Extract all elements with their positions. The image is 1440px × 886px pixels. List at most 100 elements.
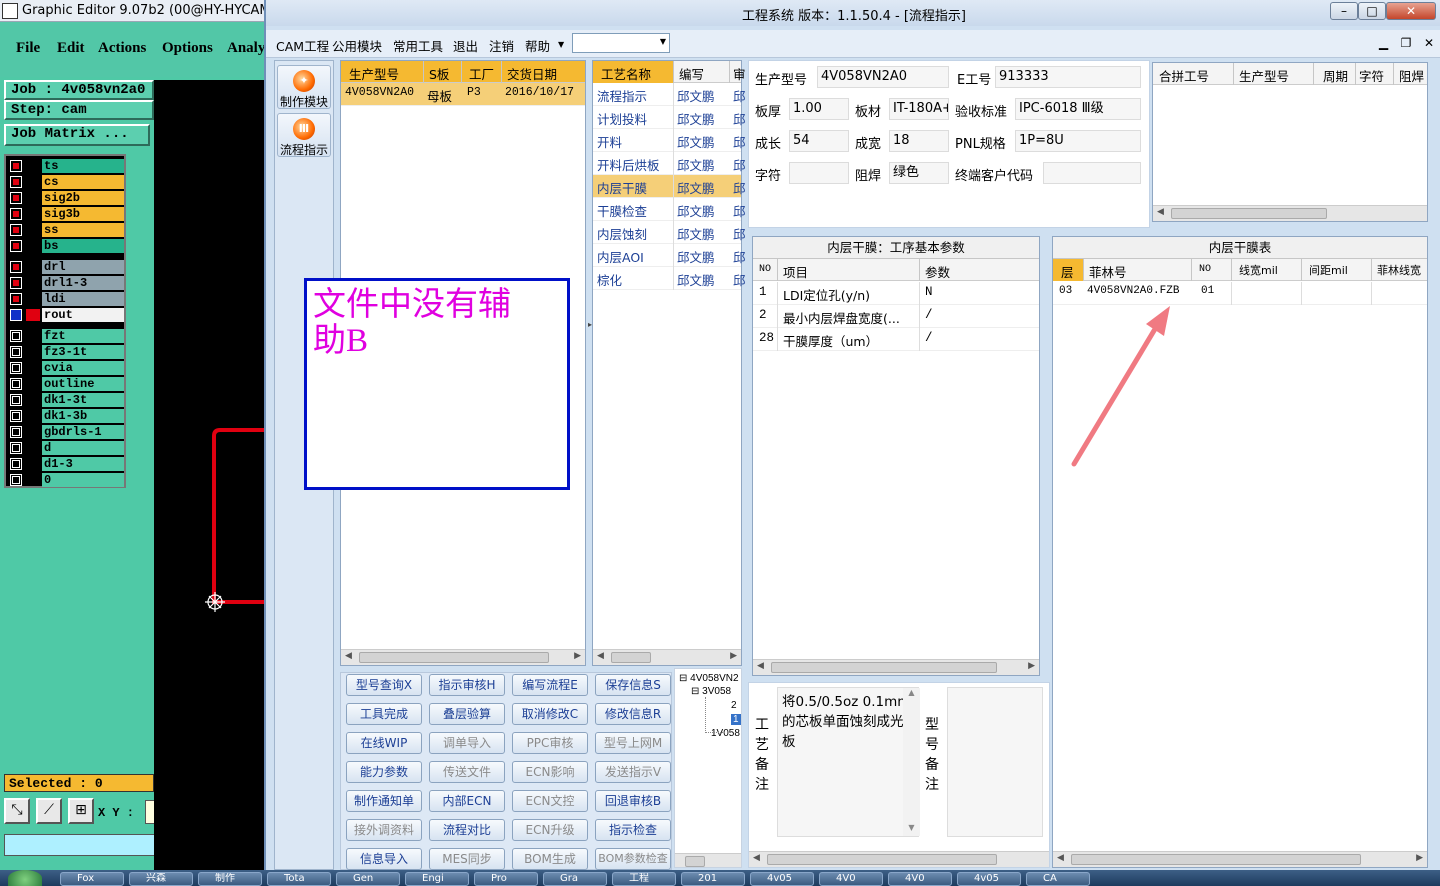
tree-node[interactable]: 2 — [731, 700, 737, 711]
tree-node[interactable]: ⊟ 4V058VN2 — [679, 673, 739, 684]
params-hscrollbar[interactable]: ◀ ▶ — [753, 659, 1039, 675]
table-row[interactable]: 内层AOI 邱文鹏 邱 — [593, 244, 746, 267]
action-button[interactable]: 能力参数 — [346, 761, 422, 783]
table-row[interactable]: 开料后烘板 邱文鹏 邱 — [593, 152, 746, 175]
col-no[interactable]: NO — [1199, 264, 1211, 275]
taskbar-item[interactable]: Fox — [60, 872, 124, 886]
action-button[interactable]: 接外调资料 — [346, 819, 422, 841]
table-row[interactable]: 流程指示 邱文鹏 邱 — [593, 83, 746, 106]
col-s-board[interactable]: S板 — [429, 64, 449, 83]
table-row[interactable]: 内层干膜 邱文鹏 邱 — [593, 175, 746, 198]
layer-checkbox[interactable] — [10, 362, 22, 374]
note-vscrollbar[interactable]: ▲ ▼ — [903, 688, 920, 836]
layer-row[interactable]: 0 — [8, 473, 124, 487]
layer-row[interactable]: ss — [8, 223, 124, 237]
layer-row[interactable]: fz3-1t — [8, 345, 124, 359]
col-param[interactable]: 参数 — [925, 262, 950, 281]
taskbar-item[interactable]: CA — [1026, 872, 1090, 886]
taskbar-item[interactable]: 201 — [681, 872, 745, 886]
action-button[interactable]: ECN影响 — [512, 761, 588, 783]
layer-row[interactable]: ts — [8, 159, 124, 173]
craft-note-text[interactable]: 将0.5/0.5oz 0.1mm的芯板单面蚀刻成光板 — [777, 687, 919, 837]
layer-checkbox[interactable] — [10, 330, 22, 342]
col-char[interactable]: 字符 — [1359, 66, 1384, 85]
col-review[interactable]: 审 — [733, 64, 746, 83]
menu-edit[interactable]: Edit — [57, 40, 85, 57]
layer-row[interactable]: drl — [8, 260, 124, 274]
table-row[interactable]: 2 最小内层焊盘宽度(... / — [753, 305, 1039, 328]
layer-row[interactable]: gbdrls-1 — [8, 425, 124, 439]
layer-checkbox[interactable] — [10, 160, 22, 172]
action-button[interactable]: 保存信息S — [595, 674, 671, 696]
mdi-controls[interactable]: ▁ ❐ ✕ — [1379, 36, 1434, 50]
menu-actions[interactable]: Actions — [98, 40, 146, 57]
col-film-no[interactable]: 菲林号 — [1089, 262, 1127, 281]
width-field[interactable]: 18 — [889, 130, 949, 152]
col-spacing[interactable]: 间距mil — [1309, 262, 1348, 278]
action-button[interactable]: 内部ECN — [429, 790, 505, 812]
standard-field[interactable]: IPC-6018 Ⅲ级 — [1015, 98, 1141, 120]
layer-checkbox[interactable] — [10, 240, 22, 252]
drawing-canvas[interactable] — [154, 80, 264, 870]
layer-row[interactable]: dk1-3b — [8, 409, 124, 423]
customer-field[interactable] — [1043, 162, 1141, 184]
layer-row[interactable]: d — [8, 441, 124, 455]
ework-field[interactable]: 913333 — [995, 66, 1141, 88]
taskbar-item[interactable]: 兴森 — [129, 872, 193, 886]
menu-logout[interactable]: 注销 — [489, 36, 514, 55]
col-line-width[interactable]: 线宽mil — [1239, 262, 1278, 278]
menu-analysis[interactable]: Analy — [227, 40, 265, 57]
action-button[interactable]: 传送文件 — [429, 761, 505, 783]
taskbar-item[interactable]: Gra — [543, 872, 607, 886]
taskbar-item[interactable]: 4V0 — [888, 872, 952, 886]
menu-cam[interactable]: CAM工程 — [276, 36, 329, 55]
menu-common-module[interactable]: 公用模块 — [332, 36, 382, 55]
action-button[interactable]: 叠层验算 — [429, 703, 505, 725]
col-no[interactable]: NO — [759, 264, 771, 275]
col-combine-model[interactable]: 生产型号 — [1239, 66, 1289, 85]
layer-row[interactable]: sig2b — [8, 191, 124, 205]
col-process-name[interactable]: 工艺名称 — [601, 64, 651, 83]
taskbar-item[interactable]: Tota — [267, 872, 331, 886]
table-row[interactable]: 内层蚀刻 邱文鹏 邱 — [593, 221, 746, 244]
taskbar-item[interactable]: 制作 — [198, 872, 262, 886]
layer-checkbox[interactable] — [10, 293, 22, 305]
action-button[interactable]: 型号上网M — [595, 732, 671, 754]
char-field[interactable] — [789, 162, 849, 184]
layer-checkbox[interactable] — [10, 378, 22, 390]
job-matrix-button[interactable]: Job Matrix ... — [4, 124, 150, 146]
menu-tools[interactable]: 常用工具 — [393, 36, 443, 55]
layer-checkbox[interactable] — [10, 394, 22, 406]
start-button[interactable] — [8, 870, 42, 886]
mask-field[interactable]: 绿色 — [889, 162, 949, 184]
col-film-line-width[interactable]: 菲林线宽 — [1377, 262, 1421, 278]
combine-hscrollbar[interactable]: ◀ — [1153, 205, 1427, 221]
layer-checkbox[interactable] — [10, 277, 22, 289]
model-field[interactable]: 4V058VN2A0 — [817, 66, 949, 88]
table-row[interactable]: 棕化 邱文鹏 邱 — [593, 267, 746, 290]
material-field[interactable]: IT-180A+ — [889, 98, 949, 120]
module-combo[interactable]: ▼ — [572, 33, 670, 53]
col-author[interactable]: 编写 — [679, 64, 704, 83]
minimize-button[interactable]: – — [1330, 2, 1358, 20]
action-button[interactable]: BOM生成 — [512, 848, 588, 870]
tree-node[interactable]: ⊟ 3V058 — [691, 686, 731, 697]
table-row[interactable]: 开料 邱文鹏 邱 — [593, 129, 746, 152]
measure-icon[interactable]: ⟋ — [36, 798, 62, 824]
col-cycle[interactable]: 周期 — [1323, 66, 1348, 85]
menu-overflow-icon[interactable]: ▼ — [558, 40, 564, 49]
action-button[interactable]: 指示审核H — [429, 674, 505, 696]
layer-checkbox[interactable] — [10, 426, 22, 438]
col-mask[interactable]: 阻焊 — [1399, 66, 1424, 85]
layer-checkbox[interactable] — [10, 208, 22, 220]
action-button[interactable]: 在线WIP — [346, 732, 422, 754]
thickness-field[interactable]: 1.00 — [789, 98, 849, 120]
close-button[interactable]: ✕ — [1386, 2, 1436, 20]
taskbar-item[interactable]: Gen — [336, 872, 400, 886]
layer-checkbox[interactable] — [10, 410, 22, 422]
layer-row[interactable]: drl1-3 — [8, 276, 124, 290]
col-factory[interactable]: 工厂 — [469, 64, 494, 83]
length-field[interactable]: 54 — [789, 130, 849, 152]
table-row[interactable]: 干膜检查 邱文鹏 邱 — [593, 198, 746, 221]
layer-row[interactable]: ldi — [8, 292, 124, 306]
